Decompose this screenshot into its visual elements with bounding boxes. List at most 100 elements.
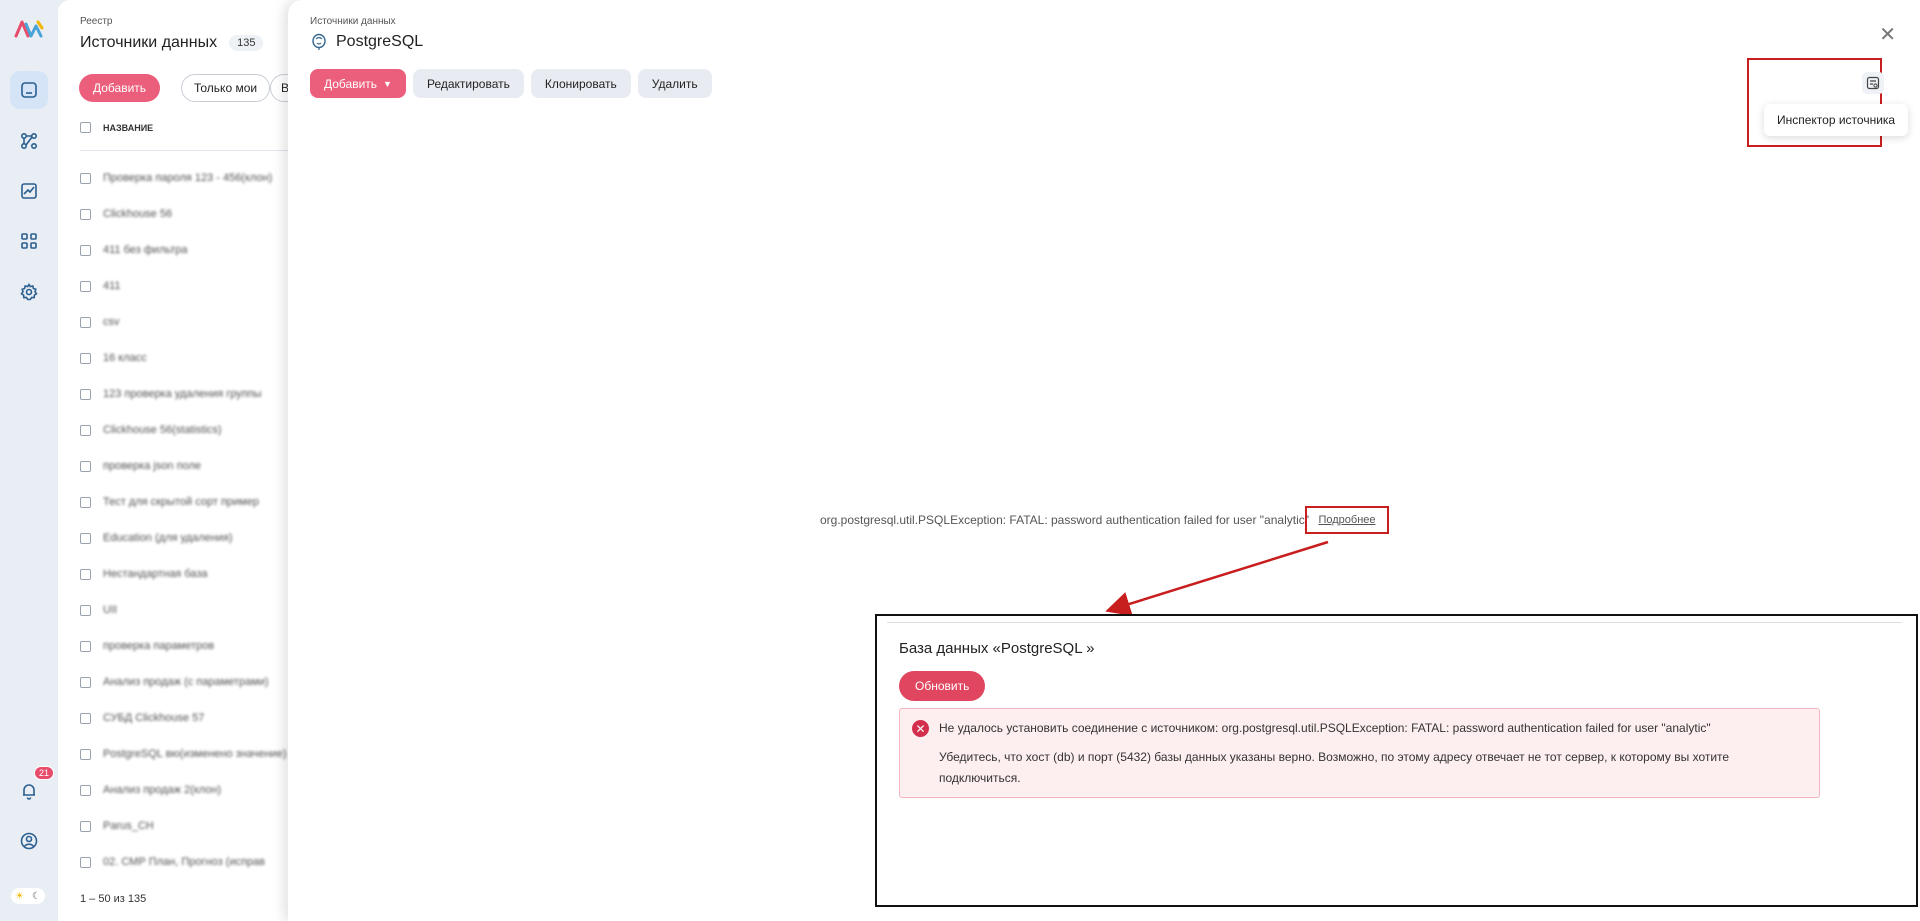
source-name-cell[interactable]: 02. СМР План, Прогноз (исправ [103, 856, 265, 868]
table-row[interactable]: Education (для удаления) [80, 520, 320, 556]
table-row[interactable]: Clickhouse 56(statistics) [80, 412, 320, 448]
row-checkbox[interactable] [80, 424, 91, 436]
profile-button[interactable] [10, 822, 48, 860]
source-name-cell[interactable]: Тест для скрытой сорт пример [103, 496, 259, 508]
row-checkbox[interactable] [80, 856, 91, 868]
table-row[interactable]: Тест для скрытой сорт пример [80, 484, 320, 520]
zoom-callout: База данных «PostgreSQL » Обновить ✕ Не … [875, 614, 1918, 907]
row-checkbox[interactable] [80, 280, 91, 292]
app-logo[interactable] [14, 18, 44, 40]
source-name-cell[interactable]: Нестандартная база [103, 568, 208, 580]
pagination-info: 1 – 50 из 135 [80, 893, 147, 905]
table-row[interactable]: Parus_CH [80, 808, 320, 844]
chart-icon [21, 183, 37, 199]
row-checkbox[interactable] [80, 568, 91, 580]
table-row[interactable]: 411 [80, 268, 320, 304]
row-checkbox[interactable] [80, 460, 91, 472]
table-row[interactable]: 16 класс [80, 340, 320, 376]
add-source-button[interactable]: Добавить [79, 74, 161, 102]
source-name-cell[interactable]: Проверка пароля 123 - 456(клон) [103, 172, 272, 184]
row-checkbox[interactable] [80, 784, 91, 796]
settings-nav-button[interactable] [10, 273, 48, 311]
alert-hint: Убедитесь, что хост (db) и порт (5432) б… [939, 750, 1730, 785]
source-name-cell[interactable]: Clickhouse 56 [103, 208, 172, 220]
row-checkbox[interactable] [80, 676, 91, 688]
table-row[interactable]: проверка параметров [80, 628, 320, 664]
charts-nav-button[interactable] [10, 172, 48, 210]
table-row[interactable]: Анализ продаж (с параметрами) [80, 664, 320, 700]
source-name-cell[interactable]: UII [103, 604, 117, 616]
column-header-name[interactable]: НАЗВАНИЕ [103, 123, 153, 133]
source-name-cell[interactable]: csv [103, 316, 120, 328]
source-name-cell[interactable]: Анализ продаж 2(клон) [103, 784, 221, 796]
registry-nav-button[interactable] [10, 71, 48, 109]
row-checkbox[interactable] [80, 352, 91, 364]
source-name-cell[interactable]: Parus_CH [103, 820, 154, 832]
delete-button[interactable]: Удалить [637, 69, 712, 98]
error-alert: ✕ Не удалось установить соединение с ист… [899, 708, 1820, 798]
table-row[interactable]: Анализ продаж 2(клон) [80, 772, 320, 808]
detail-breadcrumb[interactable]: Источники данных [310, 16, 396, 27]
source-name-cell[interactable]: Education (для удаления) [103, 532, 233, 544]
source-detail-panel: Источники данных PostgreSQL ✕ Добавить ▼… [288, 0, 1920, 921]
count-badge: 135 [229, 35, 264, 51]
moon-icon: ☾ [32, 890, 41, 902]
theme-toggle[interactable]: ☀ ☾ [11, 888, 45, 904]
table-row[interactable]: csv [80, 304, 320, 340]
row-checkbox[interactable] [80, 748, 91, 760]
row-checkbox[interactable] [80, 640, 91, 652]
table-row[interactable]: проверка json поле [80, 448, 320, 484]
source-list: Проверка пароля 123 - 456(клон) Clickhous… [80, 160, 320, 880]
row-checkbox[interactable] [80, 532, 91, 544]
close-icon[interactable]: ✕ [1879, 25, 1896, 45]
row-checkbox[interactable] [80, 316, 91, 328]
select-all-checkbox[interactable] [80, 122, 91, 133]
registry-icon [21, 82, 37, 98]
row-checkbox[interactable] [80, 820, 91, 832]
table-row[interactable]: СУБД Clickhouse 57 [80, 700, 320, 736]
left-rail: 21 ☀ ☾ [0, 0, 58, 921]
only-mine-filter[interactable]: Только мои [181, 74, 271, 102]
source-name-cell[interactable]: PostgreSQL вю(изменено значение) [103, 748, 286, 760]
source-name-cell[interactable]: Анализ продаж (с параметрами) [103, 676, 269, 688]
table-row[interactable]: 411 без фильтра [80, 232, 320, 268]
table-row[interactable]: PostgreSQL вю(изменено значение) [80, 736, 320, 772]
source-name-cell[interactable]: Clickhouse 56(statistics) [103, 424, 222, 436]
add-dropdown-button[interactable]: Добавить ▼ [310, 69, 406, 98]
edit-button[interactable]: Редактировать [412, 69, 524, 98]
lineage-icon [20, 132, 38, 150]
lineage-nav-button[interactable] [10, 122, 48, 160]
row-checkbox[interactable] [80, 496, 91, 508]
source-name-cell[interactable]: 16 класс [103, 352, 147, 364]
table-row[interactable]: Clickhouse 56 [80, 196, 320, 232]
error-icon: ✕ [912, 720, 929, 737]
source-name-cell[interactable]: проверка json поле [103, 460, 201, 472]
row-checkbox[interactable] [80, 388, 91, 400]
row-checkbox[interactable] [80, 604, 91, 616]
table-row[interactable]: Проверка пароля 123 - 456(клон) [80, 160, 320, 196]
source-name-cell[interactable]: СУБД Clickhouse 57 [103, 712, 204, 724]
row-checkbox[interactable] [80, 244, 91, 256]
breadcrumb[interactable]: Реестр [80, 16, 113, 27]
source-name-cell[interactable]: 411 без фильтра [103, 244, 188, 256]
table-row[interactable]: Нестандартная база [80, 556, 320, 592]
add-label: Добавить [324, 76, 378, 91]
row-checkbox[interactable] [80, 712, 91, 724]
table-row[interactable]: 123 проверка удаления группы [80, 376, 320, 412]
divider [887, 622, 1902, 623]
table-row[interactable]: UII [80, 592, 320, 628]
source-name-cell[interactable]: 411 [103, 280, 121, 292]
clone-button[interactable]: Клонировать [530, 69, 631, 98]
apps-icon [21, 233, 37, 249]
source-name-cell[interactable]: 123 проверка удаления группы [103, 388, 262, 400]
refresh-button[interactable]: Обновить [899, 671, 986, 701]
source-name-cell[interactable]: проверка параметров [103, 640, 214, 652]
row-checkbox[interactable] [80, 208, 91, 220]
source-inspector-button[interactable] [1862, 72, 1884, 94]
notifications-button[interactable]: 21 [10, 766, 55, 810]
connection-error-message: org.postgresql.util.PSQLException: FATAL… [820, 513, 1309, 527]
details-link[interactable]: Подробнее [1305, 506, 1389, 534]
table-row[interactable]: 02. СМР План, Прогноз (исправ [80, 844, 320, 880]
apps-nav-button[interactable] [10, 222, 48, 260]
row-checkbox[interactable] [80, 172, 91, 184]
